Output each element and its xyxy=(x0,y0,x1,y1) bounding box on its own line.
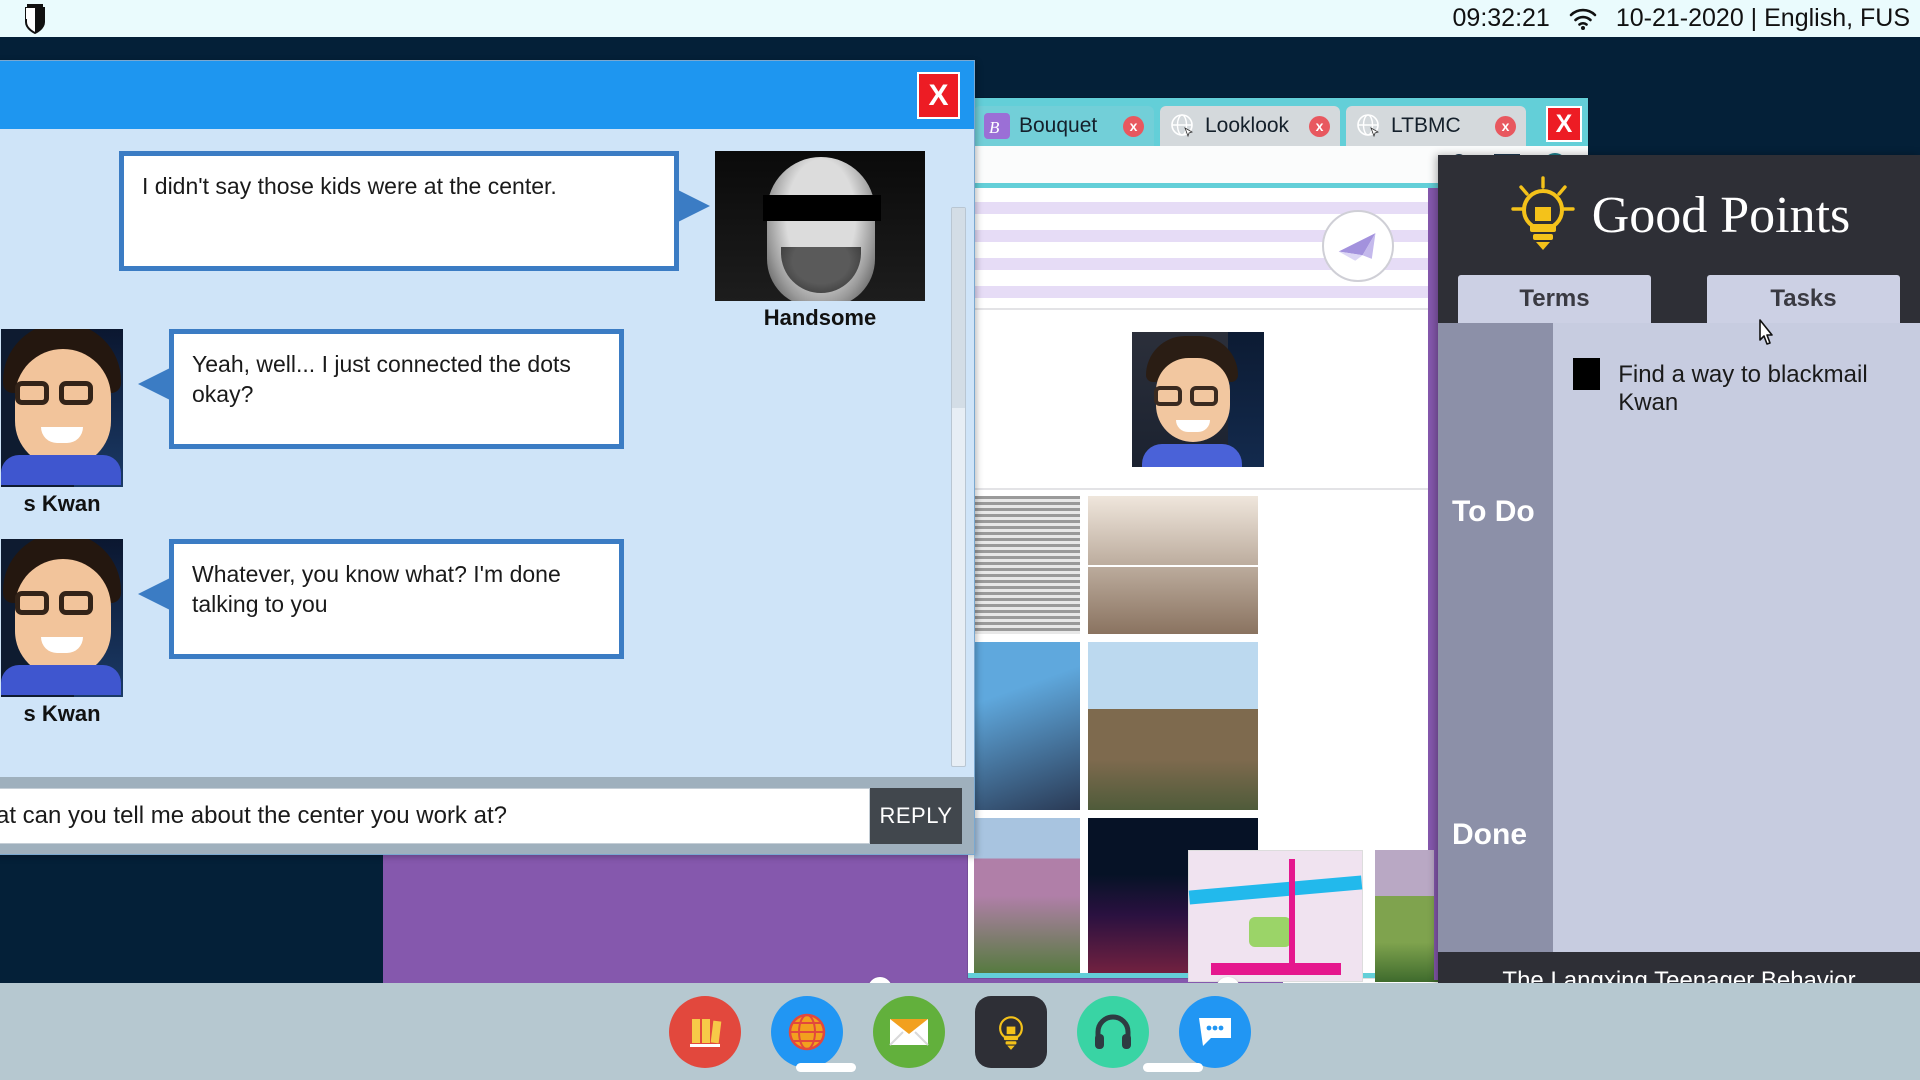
browser-tab-label: Bouquet xyxy=(1019,114,1114,138)
shield-crest-icon[interactable] xyxy=(22,4,48,34)
good-points-rail: To Do Done xyxy=(1438,323,1553,952)
kwan-avatar xyxy=(1,539,123,697)
task-label: Find a way to blackmail Kwan xyxy=(1618,358,1920,417)
os-date-locale: 10-21-2020 | English, FUS xyxy=(1616,4,1910,33)
chat-avatar-block: s Kwan xyxy=(1,539,123,727)
messages-icon xyxy=(1195,1014,1235,1050)
chat-message-input[interactable]: at can you tell me about the center you … xyxy=(0,788,870,844)
browser-window-close-button[interactable]: X xyxy=(1546,106,1582,142)
tab-close-icon[interactable]: x xyxy=(1495,116,1516,137)
dock-active-indicator xyxy=(796,1063,856,1072)
os-top-bar: 09:32:21 10-21-2020 | English, FUS xyxy=(0,0,1920,37)
headphones-icon xyxy=(1092,1013,1134,1051)
dock xyxy=(0,983,1920,1080)
chat-scrollbar[interactable] xyxy=(951,207,966,767)
tab-close-icon[interactable]: x xyxy=(1309,116,1330,137)
paper-plane-icon xyxy=(1335,227,1381,265)
handsome-avatar xyxy=(715,151,925,301)
hero-logo-avatar xyxy=(1322,210,1394,282)
chat-message: s Kwan Yeah, well... I just connected th… xyxy=(1,329,624,517)
bouquet-favicon: B xyxy=(984,113,1010,139)
photo-grid-row xyxy=(968,496,1428,634)
tab-close-icon[interactable]: x xyxy=(1123,116,1144,137)
bubble-tail-icon xyxy=(138,368,170,400)
photo-park-trees[interactable] xyxy=(974,818,1080,973)
os-clock: 09:32:21 xyxy=(1453,4,1550,33)
photo-gallery-interior[interactable] xyxy=(1088,496,1258,634)
goodpoints-bulb-icon xyxy=(992,1010,1030,1054)
dock-active-indicator xyxy=(1143,1063,1203,1072)
chat-message: I didn't say those kids were at the cent… xyxy=(119,151,925,331)
dock-item-messages[interactable] xyxy=(1179,996,1251,1068)
kwan-avatar xyxy=(1,329,123,487)
photo-crowd-bw[interactable] xyxy=(974,496,1080,634)
globe-icon xyxy=(1356,113,1382,139)
todo-task-item[interactable]: Find a way to blackmail Kwan xyxy=(1573,358,1920,417)
globe-icon xyxy=(1170,113,1196,139)
chat-message-list: I didn't say those kids were at the cent… xyxy=(0,129,974,779)
page-hero xyxy=(968,188,1428,308)
todo-task-list: Find a way to blackmail Kwan xyxy=(1553,323,1920,952)
chat-message-text: I didn't say those kids were at the cent… xyxy=(142,173,557,199)
lightbulb-icon xyxy=(1508,176,1578,254)
chat-avatar-block: Handsome xyxy=(715,151,925,331)
screen: 09:32:21 10-21-2020 | English, FUS B Bou… xyxy=(0,0,1920,1080)
dock-item-books[interactable] xyxy=(669,996,741,1068)
bubble-tail-icon xyxy=(678,190,710,222)
good-points-title: Good Points xyxy=(1592,186,1851,245)
route-map-image[interactable] xyxy=(1188,850,1363,982)
tab-tasks[interactable]: Tasks xyxy=(1707,275,1900,323)
chat-avatar-block: s Kwan xyxy=(1,329,123,517)
chat-bubble: I didn't say those kids were at the cent… xyxy=(119,151,679,271)
rail-label-done: Done xyxy=(1438,818,1553,852)
chat-sender-name: Handsome xyxy=(715,305,925,331)
chat-reply-button[interactable]: REPLY xyxy=(870,788,962,844)
bubble-tail-icon xyxy=(138,578,170,610)
browser-tab-label: Looklook xyxy=(1205,114,1300,138)
chat-message-text: Whatever, you know what? I'm done talkin… xyxy=(192,561,561,617)
good-points-header: Good Points xyxy=(1438,155,1920,275)
chat-title-bar: e X xyxy=(0,61,974,129)
photo-plaza-flowers[interactable] xyxy=(1088,642,1258,810)
photo-grid-row xyxy=(968,642,1428,810)
mail-icon xyxy=(888,1017,930,1047)
good-points-tabs: Terms Tasks xyxy=(1438,275,1920,323)
photo-times-square-day[interactable] xyxy=(974,642,1080,810)
chat-window[interactable]: e X I didn't say those kids were at the … xyxy=(0,60,975,855)
dock-item-headphones[interactable] xyxy=(1077,996,1149,1068)
chat-sender-name: s Kwan xyxy=(1,491,123,517)
dock-item-browser[interactable] xyxy=(771,996,843,1068)
chat-bubble: Yeah, well... I just connected the dots … xyxy=(169,329,624,449)
good-points-content: To Do Done Find a way to blackmail Kwan xyxy=(1438,323,1920,952)
browser-tab-label: LTBMC xyxy=(1391,114,1486,138)
chat-message: s Kwan Whatever, you know what? I'm done… xyxy=(1,539,624,727)
tab-terms[interactable]: Terms xyxy=(1458,275,1651,323)
rail-label-todo: To Do xyxy=(1438,495,1553,529)
task-checkbox[interactable] xyxy=(1573,358,1600,390)
browser-tab-looklook[interactable]: Looklook x xyxy=(1160,106,1340,146)
books-icon xyxy=(684,1011,726,1053)
dock-item-goodpoints[interactable] xyxy=(975,996,1047,1068)
good-points-panel[interactable]: Good Points Terms Tasks To Do Done Find … xyxy=(1438,155,1920,1080)
profile-photo-block xyxy=(968,310,1428,488)
os-status-area: 09:32:21 10-21-2020 | English, FUS xyxy=(1453,4,1910,33)
kwan-profile-photo xyxy=(1132,332,1264,467)
browser-tab-ltbmc[interactable]: LTBMC x xyxy=(1346,106,1526,146)
browser-tab-strip: B Bouquet x Looklook x xyxy=(968,98,1588,146)
mouse-cursor-icon xyxy=(1755,318,1777,348)
censor-bar-icon xyxy=(763,195,881,221)
chat-footer: at can you tell me about the center you … xyxy=(0,777,974,854)
chat-scrollbar-thumb[interactable] xyxy=(952,208,965,408)
chat-message-text: Yeah, well... I just connected the dots … xyxy=(192,351,571,407)
wifi-icon[interactable] xyxy=(1568,8,1598,30)
dock-item-mail[interactable] xyxy=(873,996,945,1068)
chat-bubble: Whatever, you know what? I'm done talkin… xyxy=(169,539,624,659)
browser-tab-bouquet[interactable]: B Bouquet x xyxy=(974,106,1154,146)
svg-text:B: B xyxy=(989,118,1000,137)
chat-sender-name: s Kwan xyxy=(1,701,123,727)
chat-close-button[interactable]: X xyxy=(917,72,960,119)
browser-globe-icon xyxy=(785,1010,829,1054)
